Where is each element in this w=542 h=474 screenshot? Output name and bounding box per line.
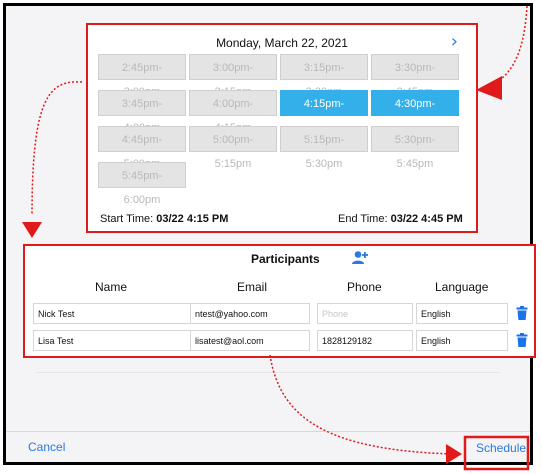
time-slot-button[interactable]: 5:30pm-5:45pm bbox=[371, 126, 459, 170]
schedule-button[interactable]: Schedule bbox=[476, 441, 526, 455]
divider bbox=[36, 372, 500, 373]
time-slot-button[interactable]: 3:45pm-4:00pm bbox=[98, 90, 186, 134]
participant-phone-input[interactable] bbox=[317, 330, 413, 351]
participants-title: Participants bbox=[251, 252, 320, 266]
chevron-right-icon: › bbox=[450, 31, 458, 52]
participant-language-input[interactable] bbox=[416, 330, 508, 351]
participant-language-input[interactable] bbox=[416, 303, 508, 324]
time-slot-button[interactable]: 5:15pm-5:30pm bbox=[280, 126, 368, 170]
participant-email-input[interactable] bbox=[190, 303, 310, 324]
time-slot-button[interactable]: 3:00pm-3:15pm bbox=[189, 54, 277, 98]
start-time-value: 03/22 4:15 PM bbox=[156, 213, 229, 225]
column-header-language: Language bbox=[435, 280, 489, 294]
time-slot-button[interactable]: 5:00pm-5:15pm bbox=[189, 126, 277, 170]
start-time-label: Start Time: bbox=[100, 213, 154, 225]
time-slot-button[interactable]: 4:00pm-4:15pm bbox=[189, 90, 277, 134]
column-header-phone: Phone bbox=[347, 280, 382, 294]
delete-participant-button[interactable] bbox=[516, 333, 528, 347]
delete-participant-button[interactable] bbox=[516, 306, 528, 320]
selected-date: Monday, March 22, 2021 bbox=[216, 36, 348, 50]
app-frame: Monday, March 22, 2021 › 2:45pm-3:00pm3:… bbox=[3, 3, 536, 465]
end-time-value: 03/22 4:45 PM bbox=[390, 213, 463, 225]
next-day-button[interactable]: › bbox=[451, 31, 458, 52]
time-slot-button[interactable]: 3:30pm-3:45pm bbox=[371, 54, 459, 98]
time-slot-card: Monday, March 22, 2021 › 2:45pm-3:00pm3:… bbox=[86, 23, 478, 233]
participants-card: Participants Name Email Phone Language bbox=[23, 244, 536, 358]
end-time: End Time: 03/22 4:45 PM bbox=[338, 213, 463, 225]
add-user-icon bbox=[352, 251, 368, 264]
column-header-email: Email bbox=[237, 280, 268, 294]
add-participant-button[interactable] bbox=[351, 250, 369, 266]
trash-icon bbox=[516, 306, 528, 320]
trash-icon bbox=[516, 333, 528, 347]
column-header-name: Name bbox=[95, 280, 128, 294]
bottom-toolbar: Cancel Schedule bbox=[6, 431, 530, 462]
participant-email-input[interactable] bbox=[190, 330, 310, 351]
schedule-sheet: Monday, March 22, 2021 › 2:45pm-3:00pm3:… bbox=[6, 6, 536, 462]
cancel-button[interactable]: Cancel bbox=[28, 440, 65, 454]
time-slot-button[interactable]: 5:45pm-6:00pm bbox=[98, 162, 186, 206]
participant-name-input[interactable] bbox=[33, 330, 205, 351]
start-time: Start Time: 03/22 4:15 PM bbox=[100, 213, 228, 225]
participant-name-input[interactable] bbox=[33, 303, 205, 324]
time-slot-button[interactable]: 4:15pm-4:30pm bbox=[280, 90, 368, 134]
time-slot-button[interactable]: 4:30pm-4:45pm bbox=[371, 90, 459, 134]
time-slot-button[interactable]: 2:45pm-3:00pm bbox=[98, 54, 186, 98]
end-time-label: End Time: bbox=[338, 213, 388, 225]
time-slot-button[interactable]: 4:45pm-5:00pm bbox=[98, 126, 186, 170]
time-slot-button[interactable]: 3:15pm-3:30pm bbox=[280, 54, 368, 98]
participant-phone-input[interactable] bbox=[317, 303, 413, 324]
